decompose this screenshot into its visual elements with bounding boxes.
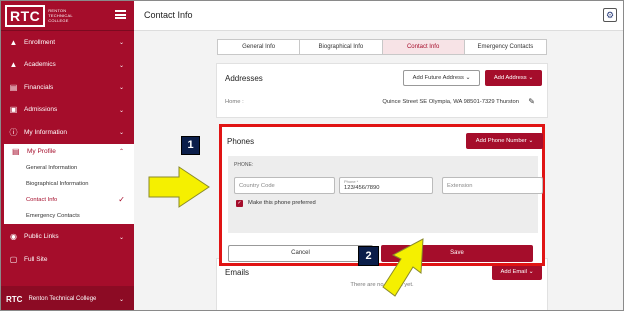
chevron-down-icon: ⌄ bbox=[118, 107, 124, 114]
phone-number-value: 123/456/7890 bbox=[344, 185, 380, 191]
sidebar-subitem-contact-info[interactable]: Contact Info ✓ bbox=[1, 191, 134, 208]
graduation-cap-icon: ▲ bbox=[9, 37, 18, 47]
window-icon: ▢ bbox=[9, 254, 18, 264]
sidebar-item-label: Public Links bbox=[24, 233, 59, 241]
add-address-label: Add Address bbox=[493, 75, 527, 81]
edit-pencil-icon[interactable]: ✎ bbox=[528, 97, 535, 106]
logo[interactable]: RTC RENTON TECHNICAL COLLEGE bbox=[5, 4, 78, 27]
hamburger-menu-icon[interactable] bbox=[115, 10, 126, 19]
sidebar-item-admissions[interactable]: ▣ Admissions ⌄ bbox=[1, 99, 134, 122]
sidebar-item-label: Admissions bbox=[24, 106, 58, 114]
emails-title: Emails bbox=[225, 268, 250, 277]
emails-empty-message: There are no Emails yet. bbox=[350, 282, 414, 288]
extension-placeholder: Extension bbox=[447, 183, 473, 189]
sidebar-item-label: My Information bbox=[24, 128, 67, 136]
tab-biographical-info[interactable]: Biographical Info bbox=[300, 40, 383, 54]
sidebar-school-selector[interactable]: RTC Renton Technical College ⌄ bbox=[1, 286, 134, 310]
add-future-address-button[interactable]: Add Future Address ⌄ bbox=[403, 70, 480, 86]
sidebar-item-public-links[interactable]: ◉ Public Links ⌄ bbox=[1, 226, 134, 249]
sidebar-subitem-general-information[interactable]: General Information bbox=[1, 159, 134, 176]
sidebar-item-full-site[interactable]: ▢ Full Site bbox=[1, 248, 134, 271]
page-title: Contact Info bbox=[144, 10, 193, 20]
check-icon: ✓ bbox=[118, 194, 125, 204]
gear-icon: ⚙ bbox=[605, 10, 615, 20]
sidebar-subitem-label: Contact Info bbox=[26, 196, 58, 203]
main-content: General Info Biographical Info Contact I… bbox=[134, 31, 623, 310]
phone-field-label: Phone * bbox=[344, 179, 359, 184]
address-value: Quince Street SE Olympia, WA 98501-7329 … bbox=[382, 99, 519, 105]
check-icon: ✓ bbox=[237, 200, 242, 206]
add-future-address-label: Add Future Address bbox=[412, 75, 464, 81]
sidebar-item-my-information[interactable]: ⓘ My Information ⌄ bbox=[1, 121, 134, 144]
callout-badge-1: 1 bbox=[181, 136, 200, 155]
logo-text: RTC bbox=[5, 4, 46, 27]
sidebar-item-label: Enrollment bbox=[24, 38, 56, 46]
add-phone-number-label: Add Phone Number bbox=[475, 138, 527, 144]
addresses-title: Addresses bbox=[225, 74, 263, 83]
phone-section-label: PHONE: bbox=[234, 162, 254, 168]
sidebar-item-label: Academics bbox=[24, 61, 56, 69]
profile-submenu: General Information Biographical Informa… bbox=[1, 159, 134, 224]
phones-card: Phones Add Phone Number ⌄ PHONE: Country… bbox=[219, 124, 545, 266]
chevron-down-icon: ⌄ bbox=[118, 234, 124, 241]
add-phone-number-button[interactable]: Add Phone Number ⌄ bbox=[466, 133, 543, 149]
app-frame: RTC RENTON TECHNICAL COLLEGE ▲ Enrollmen… bbox=[0, 0, 624, 311]
tab-contact-info[interactable]: Contact Info bbox=[382, 40, 465, 54]
contact-tabs: General Info Biographical Info Contact I… bbox=[217, 39, 547, 55]
add-email-label: Add Email bbox=[500, 269, 527, 275]
tab-general-info[interactable]: General Info bbox=[218, 40, 301, 54]
chevron-down-icon: ⌄ bbox=[118, 62, 124, 69]
logo-subtitle: RENTON TECHNICAL COLLEGE bbox=[48, 8, 73, 23]
sidebar-item-academics[interactable]: ▲ Academics ⌄ bbox=[1, 54, 134, 77]
sidebar-subitem-biographical-information[interactable]: Biographical Information bbox=[1, 175, 134, 192]
school-abbr: RTC bbox=[6, 294, 23, 304]
phone-number-input[interactable]: Phone * 123/456/7890 bbox=[339, 177, 433, 194]
extension-input[interactable]: Extension bbox=[442, 177, 543, 194]
cancel-button[interactable]: Cancel bbox=[228, 245, 373, 262]
callout-badge-2: 2 bbox=[358, 246, 379, 266]
chevron-down-icon: ⌄ bbox=[528, 269, 534, 275]
address-row-home: Home : Quince Street SE Olympia, WA 9850… bbox=[225, 97, 539, 111]
address-type-label: Home : bbox=[225, 99, 244, 105]
chevron-down-icon: ⌄ bbox=[118, 85, 124, 91]
preferred-phone-label: Make this phone preferred bbox=[248, 200, 316, 206]
sidebar-header: RTC RENTON TECHNICAL COLLEGE bbox=[1, 1, 134, 31]
sidebar: RTC RENTON TECHNICAL COLLEGE ▲ Enrollmen… bbox=[1, 1, 134, 310]
country-code-placeholder: Country Code bbox=[239, 183, 275, 189]
globe-icon: ◉ bbox=[10, 232, 17, 242]
sidebar-item-label: My Profile bbox=[27, 148, 56, 155]
sidebar-item-my-profile[interactable]: ▤ My Profile ⌃ bbox=[1, 143, 134, 160]
country-code-input[interactable]: Country Code bbox=[234, 177, 335, 194]
sidebar-item-label: Full Site bbox=[24, 255, 48, 263]
sidebar-item-label: Financials bbox=[24, 83, 54, 91]
chevron-down-icon: ⌄ bbox=[118, 297, 124, 303]
phones-title: Phones bbox=[227, 137, 255, 146]
graduation-cap-icon: ▲ bbox=[9, 60, 18, 70]
preferred-phone-checkbox[interactable]: ✓ bbox=[236, 200, 243, 207]
save-button[interactable]: Save bbox=[381, 245, 533, 262]
sidebar-subitem-emergency-contacts[interactable]: Emergency Contacts bbox=[1, 207, 134, 224]
chevron-down-icon: ⌄ bbox=[118, 40, 124, 46]
tab-emergency-contacts[interactable]: Emergency Contacts bbox=[465, 40, 546, 54]
sidebar-item-financials[interactable]: ▤ Financials ⌄ bbox=[1, 76, 134, 99]
chevron-down-icon: ⌄ bbox=[118, 130, 124, 136]
addresses-card: Addresses Add Future Address ⌄ Add Addre… bbox=[216, 63, 548, 118]
chevron-up-icon: ⌃ bbox=[118, 148, 124, 155]
page-header: Contact Info ⚙ bbox=[134, 1, 623, 31]
id-card-icon: ▤ bbox=[12, 147, 20, 156]
add-email-button[interactable]: Add Email ⌄ bbox=[492, 265, 542, 280]
chevron-down-icon: ⌄ bbox=[528, 138, 534, 144]
settings-button[interactable]: ⚙ bbox=[603, 8, 617, 22]
phone-form: PHONE: Country Code Phone * 123/456/7890… bbox=[228, 156, 543, 233]
chevron-down-icon: ⌄ bbox=[528, 75, 534, 81]
chevron-down-icon: ⌄ bbox=[465, 75, 471, 81]
inbox-icon: ▣ bbox=[9, 105, 18, 115]
info-icon: ⓘ bbox=[9, 127, 18, 137]
add-address-button[interactable]: Add Address ⌄ bbox=[485, 70, 542, 86]
credit-card-icon: ▤ bbox=[9, 82, 18, 92]
school-name: Renton Technical College bbox=[28, 296, 97, 302]
sidebar-item-enrollment[interactable]: ▲ Enrollment ⌄ bbox=[1, 31, 134, 54]
